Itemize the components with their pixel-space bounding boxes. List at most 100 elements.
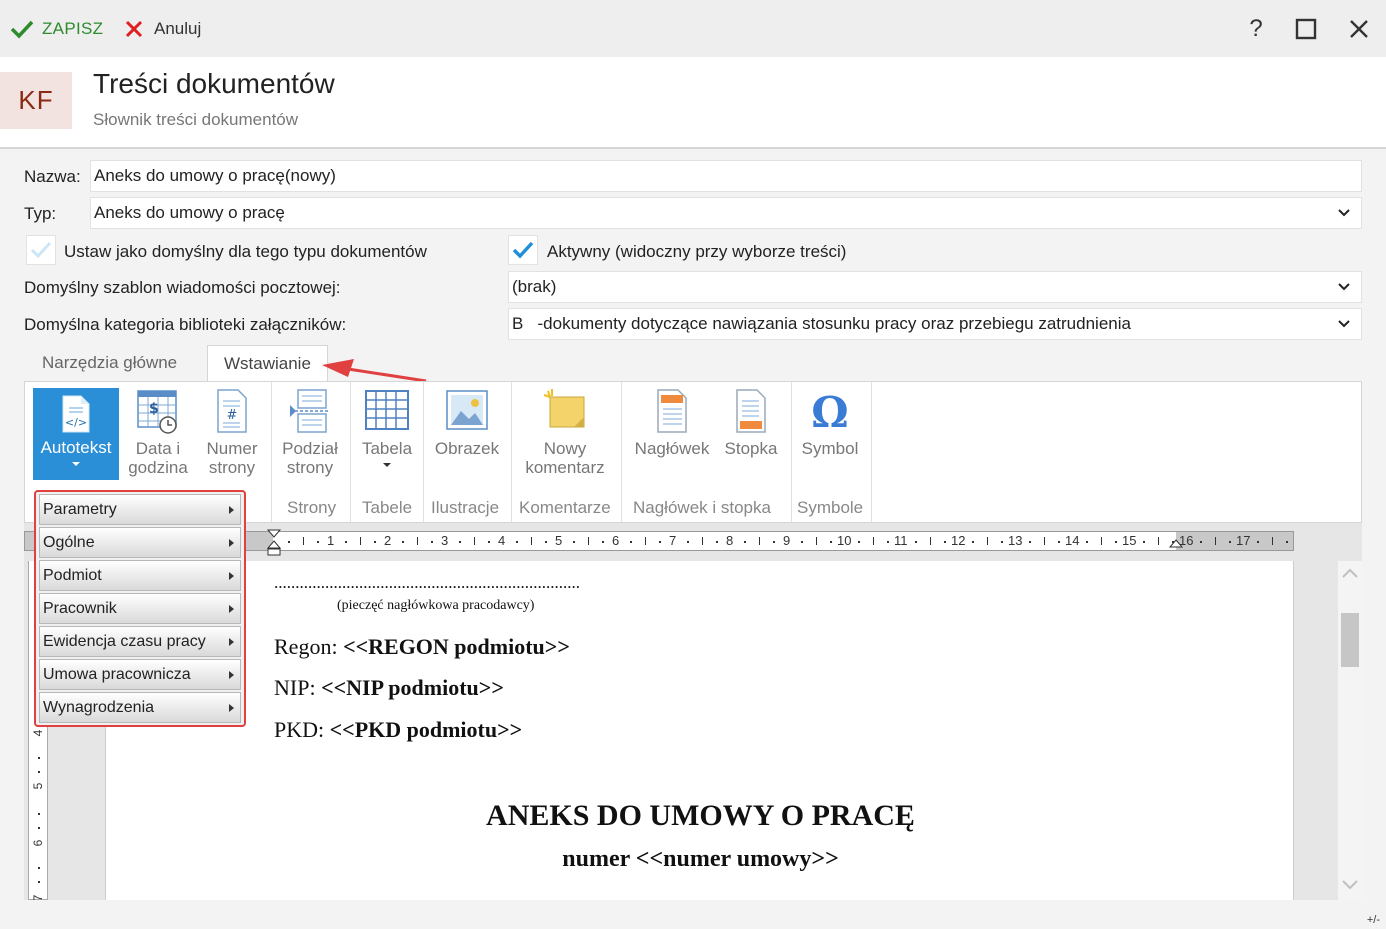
document-number-line: numer <<numer umowy>>	[562, 846, 839, 872]
ruler-tick	[872, 537, 874, 545]
ruler-tick	[316, 541, 319, 543]
page-title: Treści dokumentów	[93, 68, 335, 99]
nip-line: NIP: <<NIP podmiotu>>	[274, 675, 504, 701]
ruler-tick	[1200, 541, 1203, 543]
document-title: ANEKS DO UMOWY O PRACĘ	[486, 799, 915, 832]
mail-template-select[interactable]: (brak)	[508, 271, 1362, 303]
autotext-menu: Parametry Ogólne Podmiot Pracownik Ewide…	[34, 490, 246, 727]
menu-item-label: Ewidencja czasu pracy	[43, 632, 206, 650]
footer-icon	[736, 389, 766, 433]
ruler-tick	[1086, 541, 1089, 543]
ruler-number: 4	[498, 533, 506, 548]
menu-item-label: Wynagrodzenia	[43, 698, 155, 716]
menu-item-entity[interactable]: Podmiot	[39, 560, 241, 591]
active-checkbox-label: Aktywny (widoczny przy wyborze treści)	[547, 242, 847, 261]
ruler-tick	[516, 541, 519, 543]
top-toolbar: ZAPISZ Anuluj ?	[0, 0, 1386, 57]
category-label: Domyślna kategoria biblioteki załącznikó…	[24, 315, 347, 334]
page-break-button[interactable]: Podział strony	[275, 387, 345, 477]
category-select[interactable]: B -dokumenty dotyczące nawiązania stosun…	[508, 308, 1362, 340]
vruler-number: 6	[31, 839, 45, 847]
footer-button[interactable]: Stopka	[719, 387, 783, 458]
ruler-tick	[829, 541, 832, 543]
ruler-tick	[886, 541, 889, 543]
default-checkbox[interactable]	[26, 235, 56, 265]
tab-insert[interactable]: Wstawianie	[207, 345, 328, 382]
scroll-up-icon[interactable]	[1341, 567, 1359, 579]
symbol-button[interactable]: Ω Symbol	[797, 387, 863, 458]
image-label: Obrazek	[434, 439, 500, 458]
maximize-button[interactable]	[1289, 12, 1323, 46]
calendar-clock-icon: $	[137, 390, 177, 434]
ribbon-separator	[871, 382, 872, 522]
scroll-down-icon[interactable]	[1341, 879, 1359, 891]
chevron-down-icon	[1338, 283, 1350, 291]
ruler-tick	[288, 541, 291, 543]
checkmark-icon	[10, 20, 34, 39]
scroll-thumb[interactable]	[1341, 613, 1359, 667]
indent-marker-icon[interactable]	[266, 529, 282, 557]
vertical-scrollbar[interactable]	[1338, 561, 1362, 900]
autotext-button[interactable]: </> Autotekst	[33, 388, 119, 480]
ruler-number: 10	[837, 533, 852, 548]
menu-item-employment-contract[interactable]: Umowa pracownicza	[39, 659, 241, 690]
menu-item-employee[interactable]: Pracownik	[39, 593, 241, 624]
name-input[interactable]: Aneks do umowy o pracę(nowy)	[90, 160, 1362, 192]
ruler-tick	[701, 537, 703, 545]
active-checkbox[interactable]	[508, 235, 538, 265]
cancel-button[interactable]: Anuluj	[124, 14, 201, 44]
header-button[interactable]: Nagłówek	[629, 387, 715, 458]
tab-home-tools[interactable]: Narzędzia główne	[26, 345, 193, 381]
mail-template-value: (brak)	[512, 277, 557, 296]
ruler-tick	[943, 541, 946, 543]
page-header: KF Treści dokumentów Słownik treści doku…	[0, 57, 1386, 149]
ruler-tick	[573, 541, 576, 543]
ruler-tick	[430, 541, 433, 543]
help-button[interactable]: ?	[1239, 12, 1273, 46]
type-select[interactable]: Aneks do umowy o pracę	[90, 197, 1362, 229]
ruler-number: 3	[441, 533, 449, 548]
menu-item-label: Umowa pracownicza	[43, 665, 191, 683]
table-icon	[365, 390, 409, 430]
ruler-number: 6	[612, 533, 620, 548]
ruler-number: 11	[894, 533, 908, 548]
vruler-number: 7	[31, 894, 45, 900]
zoom-toggle[interactable]: +/-	[1367, 914, 1380, 926]
close-window-button[interactable]	[1342, 12, 1376, 46]
table-button[interactable]: Tabela	[355, 387, 419, 473]
ribbon-separator	[271, 382, 272, 522]
submenu-arrow-icon	[229, 704, 234, 712]
name-value: Aneks do umowy o pracę(nowy)	[94, 166, 336, 185]
submenu-arrow-icon	[229, 605, 234, 613]
menu-item-general[interactable]: Ogólne	[39, 527, 241, 558]
nip-field: <<NIP podmiotu>>	[321, 675, 504, 700]
ruler-tick	[1271, 537, 1273, 545]
submenu-arrow-icon	[229, 572, 234, 580]
dropdown-caret-icon	[72, 462, 80, 466]
symbol-label: Symbol	[801, 439, 859, 458]
menu-item-parameters[interactable]: Parametry	[39, 494, 241, 525]
ruler-tick	[630, 541, 633, 543]
image-button[interactable]: Obrazek	[429, 387, 505, 458]
ruler-tick	[373, 541, 376, 543]
document-page[interactable]: ........................................…	[105, 561, 1294, 900]
page-number-icon: #	[217, 389, 247, 433]
close-icon	[1350, 20, 1368, 38]
page-number-button[interactable]: # Numer strony	[197, 387, 267, 477]
new-comment-button[interactable]: Nowy komentarz	[517, 387, 613, 477]
save-button[interactable]: ZAPISZ	[10, 14, 103, 44]
menu-item-salaries[interactable]: Wynagrodzenia	[39, 692, 241, 723]
maximize-icon	[1295, 18, 1317, 40]
ruler-tick	[530, 537, 532, 545]
footer-label: Stopka	[724, 439, 778, 458]
menu-item-time-records[interactable]: Ewidencja czasu pracy	[39, 626, 241, 657]
ruler-tick	[986, 537, 988, 545]
stamp-caption: (pieczęć nagłówkowa pracodawcy)	[337, 598, 535, 613]
datetime-button[interactable]: $ Data i godzina	[123, 387, 193, 477]
ruler-tick	[601, 541, 604, 543]
ruler-tick	[929, 537, 931, 545]
ruler-tick	[416, 537, 418, 545]
ruler-tick	[1285, 541, 1288, 543]
chevron-down-icon	[1338, 320, 1350, 328]
page-subtitle: Słownik treści dokumentów	[93, 110, 299, 129]
